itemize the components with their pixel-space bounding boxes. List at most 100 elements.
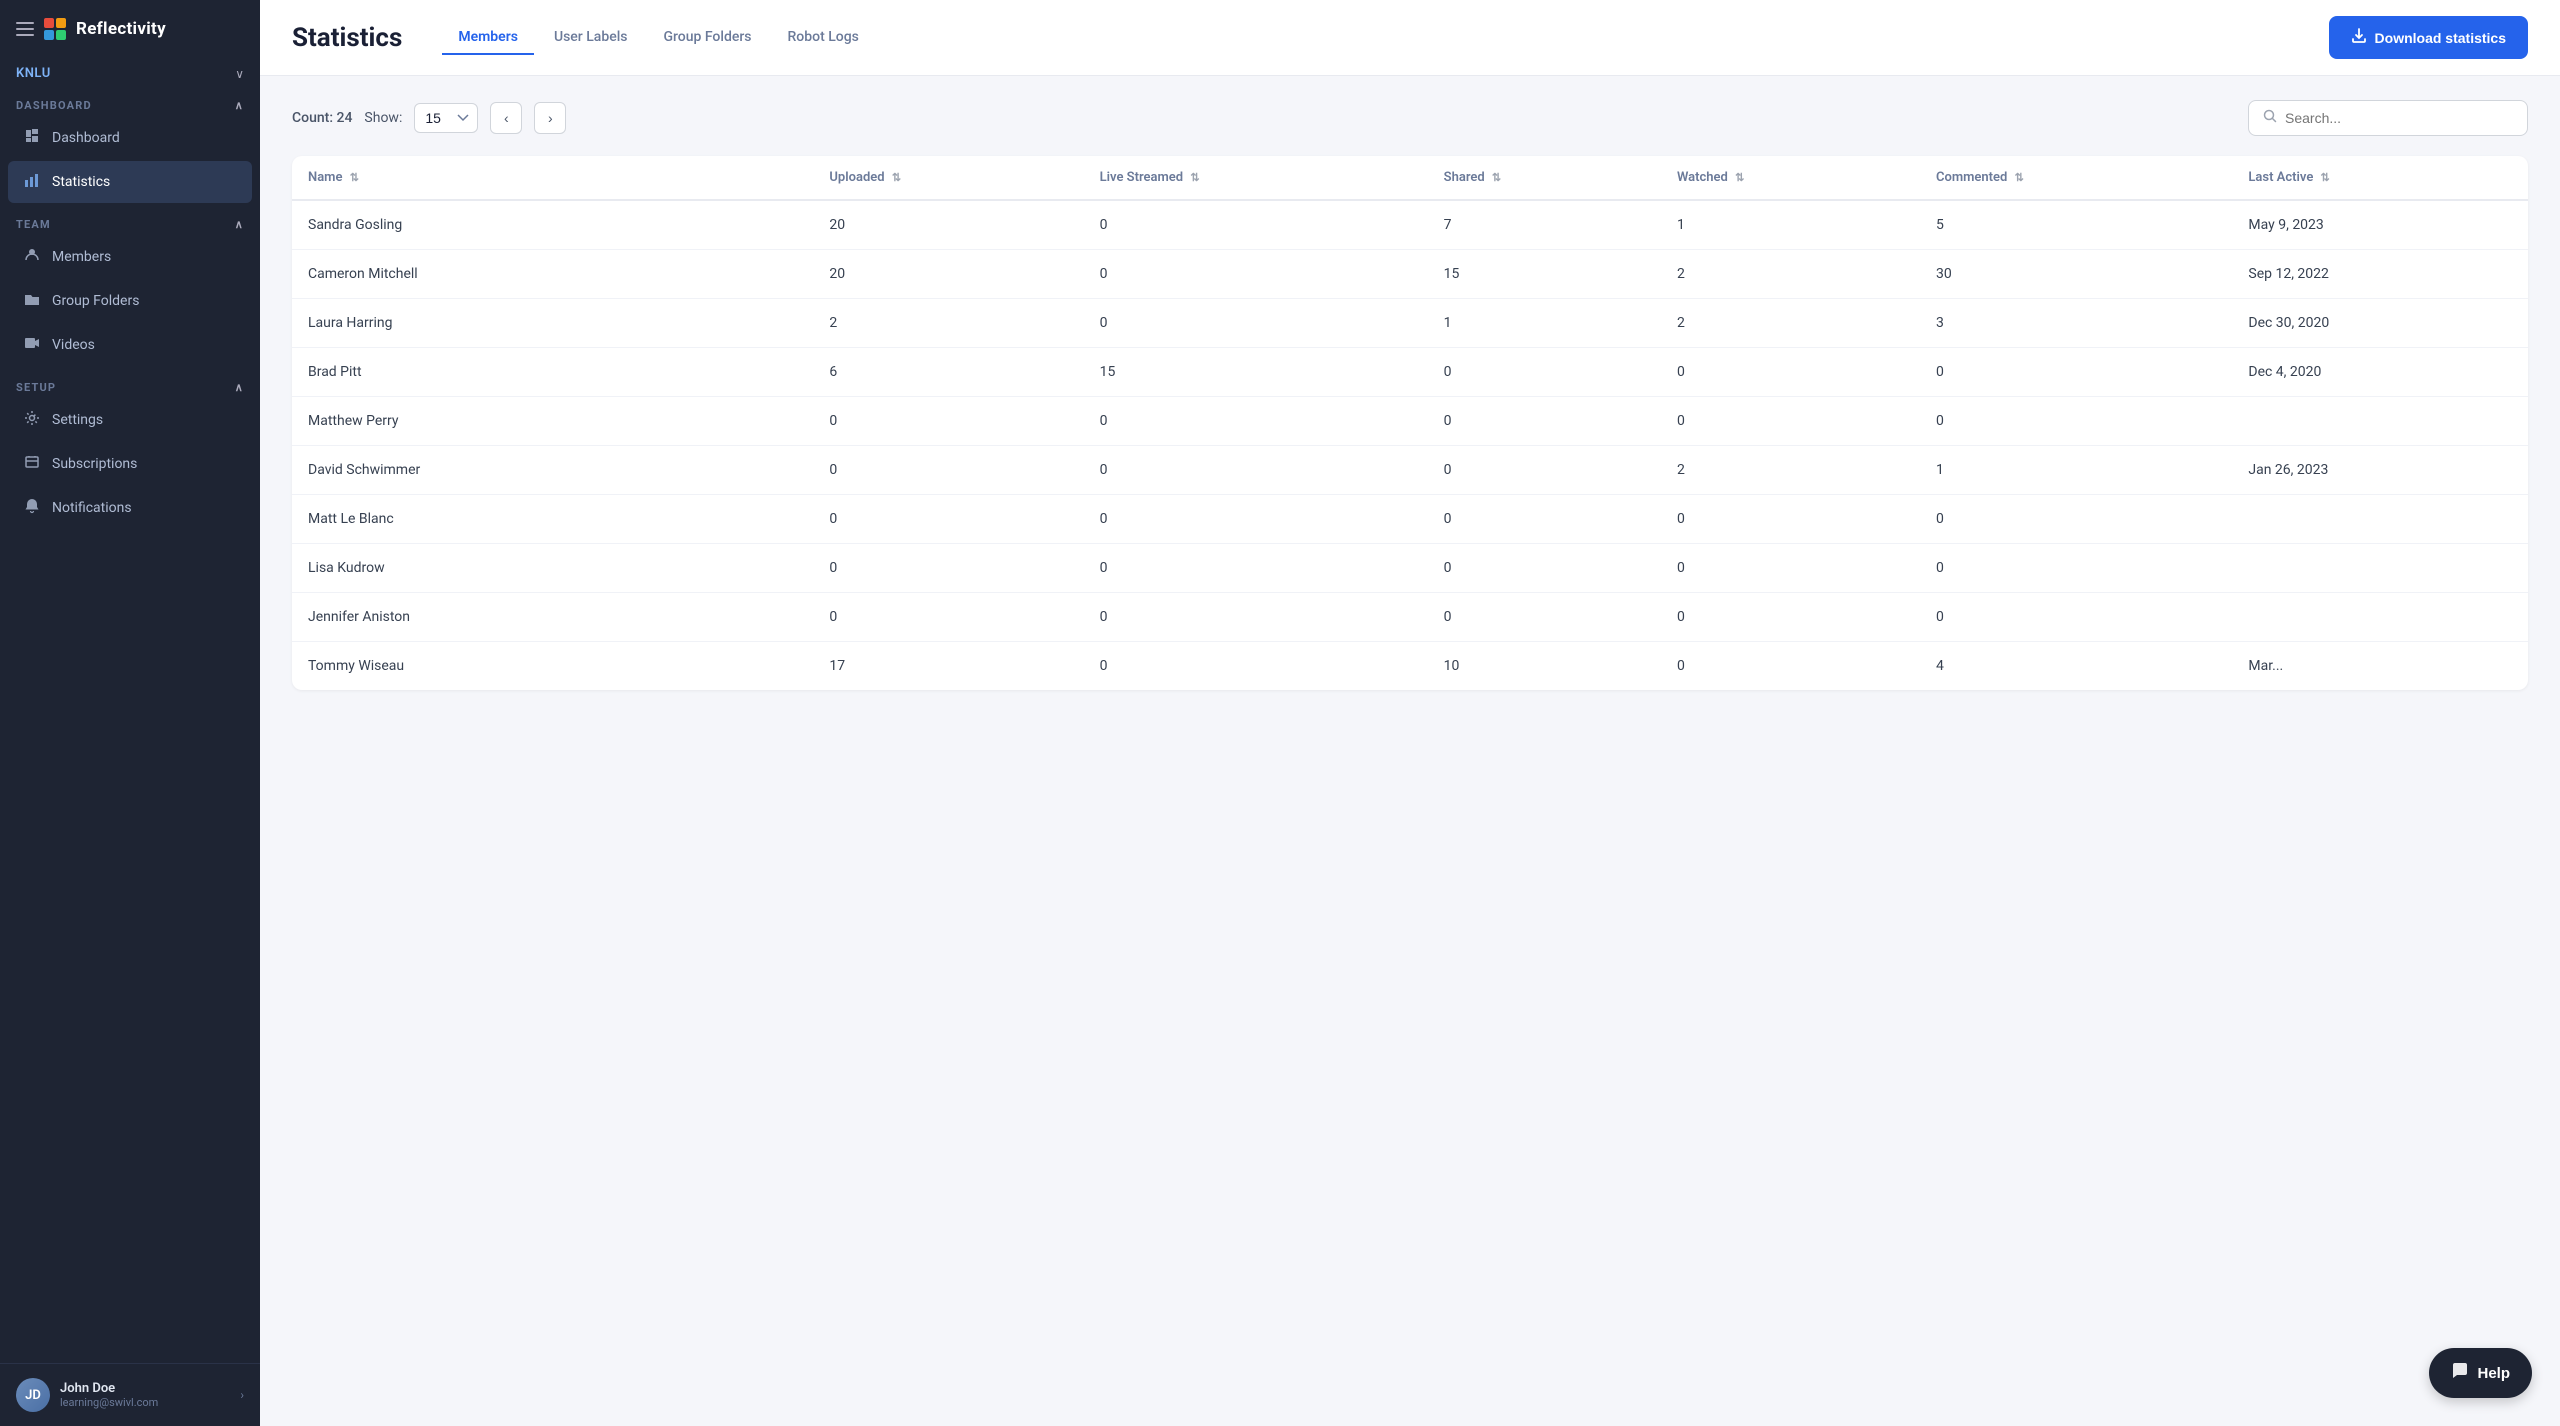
cell-watched: 0 (1661, 348, 1920, 397)
tab-robot-logs[interactable]: Robot Logs (772, 21, 875, 55)
main-content: Statistics Members User Labels Group Fol… (260, 0, 2560, 1426)
user-email: learning@swivl.com (60, 1396, 230, 1409)
download-statistics-button[interactable]: Download statistics (2329, 16, 2528, 59)
cell-last_active: Dec 30, 2020 (2232, 299, 2528, 348)
cell-name: Sandra Gosling (292, 200, 813, 250)
cell-live_streamed: 0 (1084, 642, 1428, 691)
org-chevron-icon: ∨ (235, 67, 244, 81)
col-header-commented[interactable]: Commented ⇅ (1920, 156, 2232, 200)
team-section-chevron-icon: ∧ (235, 218, 244, 231)
cell-watched: 2 (1661, 299, 1920, 348)
col-header-name[interactable]: Name ⇅ (292, 156, 813, 200)
cell-uploaded: 6 (813, 348, 1083, 397)
cell-watched: 0 (1661, 495, 1920, 544)
cell-shared: 0 (1428, 348, 1661, 397)
sort-uploaded-icon: ⇅ (892, 171, 901, 184)
cell-live_streamed: 0 (1084, 200, 1428, 250)
download-icon (2351, 28, 2367, 47)
sidebar: Reflectivity KNLU ∨ DASHBOARD ∧ Dashboar… (0, 0, 260, 1426)
cell-shared: 1 (1428, 299, 1661, 348)
cell-commented: 1 (1920, 446, 2232, 495)
cell-commented: 0 (1920, 495, 2232, 544)
search-input[interactable] (2285, 110, 2513, 126)
cell-commented: 0 (1920, 348, 2232, 397)
cell-watched: 0 (1661, 544, 1920, 593)
cell-live_streamed: 0 (1084, 446, 1428, 495)
table-row: Laura Harring20123Dec 30, 2020 (292, 299, 2528, 348)
cell-shared: 0 (1428, 397, 1661, 446)
cell-shared: 0 (1428, 544, 1661, 593)
cell-shared: 15 (1428, 250, 1661, 299)
cell-live_streamed: 15 (1084, 348, 1428, 397)
cell-name: Cameron Mitchell (292, 250, 813, 299)
col-header-shared[interactable]: Shared ⇅ (1428, 156, 1661, 200)
sort-name-icon: ⇅ (350, 171, 359, 184)
cell-commented: 4 (1920, 642, 2232, 691)
members-icon (24, 247, 40, 267)
user-profile-arrow-icon[interactable]: › (240, 1388, 244, 1402)
col-header-live-streamed[interactable]: Live Streamed ⇅ (1084, 156, 1428, 200)
videos-icon (24, 335, 40, 355)
cell-last_active (2232, 397, 2528, 446)
cell-last_active: May 9, 2023 (2232, 200, 2528, 250)
table-row: Matt Le Blanc00000 (292, 495, 2528, 544)
cell-last_active (2232, 495, 2528, 544)
tab-members[interactable]: Members (442, 21, 534, 55)
cell-live_streamed: 0 (1084, 544, 1428, 593)
cell-last_active: Mar... (2232, 642, 2528, 691)
search-icon (2263, 109, 2277, 127)
cell-commented: 3 (1920, 299, 2232, 348)
tab-group-folders[interactable]: Group Folders (647, 21, 767, 55)
next-page-button[interactable]: › (534, 102, 566, 134)
cell-watched: 1 (1661, 200, 1920, 250)
prev-page-button[interactable]: ‹ (490, 102, 522, 134)
sidebar-item-videos[interactable]: Videos (8, 324, 252, 366)
cell-live_streamed: 0 (1084, 299, 1428, 348)
cell-uploaded: 0 (813, 495, 1083, 544)
col-header-last-active[interactable]: Last Active ⇅ (2232, 156, 2528, 200)
cell-watched: 0 (1661, 593, 1920, 642)
cell-name: David Schwimmer (292, 446, 813, 495)
dashboard-icon (24, 128, 40, 148)
sidebar-item-group-folders[interactable]: Group Folders (8, 280, 252, 322)
user-name: John Doe (60, 1381, 230, 1396)
download-button-label: Download statistics (2375, 30, 2506, 46)
sidebar-item-subscriptions[interactable]: Subscriptions (8, 443, 252, 485)
sidebar-item-dashboard[interactable]: Dashboard (8, 117, 252, 159)
cell-uploaded: 17 (813, 642, 1083, 691)
cell-live_streamed: 0 (1084, 495, 1428, 544)
show-label: Show: (364, 110, 402, 126)
show-select[interactable]: 15 25 50 100 (414, 103, 478, 133)
subscriptions-icon (24, 454, 40, 474)
sort-watched-icon: ⇅ (1735, 171, 1744, 184)
cell-live_streamed: 0 (1084, 250, 1428, 299)
sidebar-item-videos-label: Videos (52, 337, 95, 353)
cell-last_active: Sep 12, 2022 (2232, 250, 2528, 299)
group-folders-icon (24, 291, 40, 311)
sort-last-active-icon: ⇅ (2321, 171, 2330, 184)
cell-name: Lisa Kudrow (292, 544, 813, 593)
sidebar-item-notifications[interactable]: Notifications (8, 487, 252, 529)
org-selector[interactable]: KNLU ∨ (0, 58, 260, 85)
tab-bar: Members User Labels Group Folders Robot … (442, 21, 875, 55)
setup-section-chevron-icon: ∧ (235, 381, 244, 394)
settings-icon (24, 410, 40, 430)
sort-live-streamed-icon: ⇅ (1190, 171, 1199, 184)
cell-uploaded: 0 (813, 397, 1083, 446)
sidebar-item-settings[interactable]: Settings (8, 399, 252, 441)
help-button[interactable]: Help (2429, 1348, 2532, 1398)
tab-user-labels[interactable]: User Labels (538, 21, 644, 55)
dashboard-section-chevron-icon: ∧ (235, 99, 244, 112)
col-header-watched[interactable]: Watched ⇅ (1661, 156, 1920, 200)
cell-uploaded: 2 (813, 299, 1083, 348)
hamburger-menu[interactable] (16, 22, 34, 36)
cell-name: Brad Pitt (292, 348, 813, 397)
table-row: Tommy Wiseau1701004Mar... (292, 642, 2528, 691)
sidebar-item-members-label: Members (52, 249, 111, 265)
cell-watched: 0 (1661, 642, 1920, 691)
cell-watched: 0 (1661, 397, 1920, 446)
col-header-uploaded[interactable]: Uploaded ⇅ (813, 156, 1083, 200)
cell-uploaded: 0 (813, 446, 1083, 495)
sidebar-item-statistics[interactable]: Statistics (8, 161, 252, 203)
sidebar-item-members[interactable]: Members (8, 236, 252, 278)
